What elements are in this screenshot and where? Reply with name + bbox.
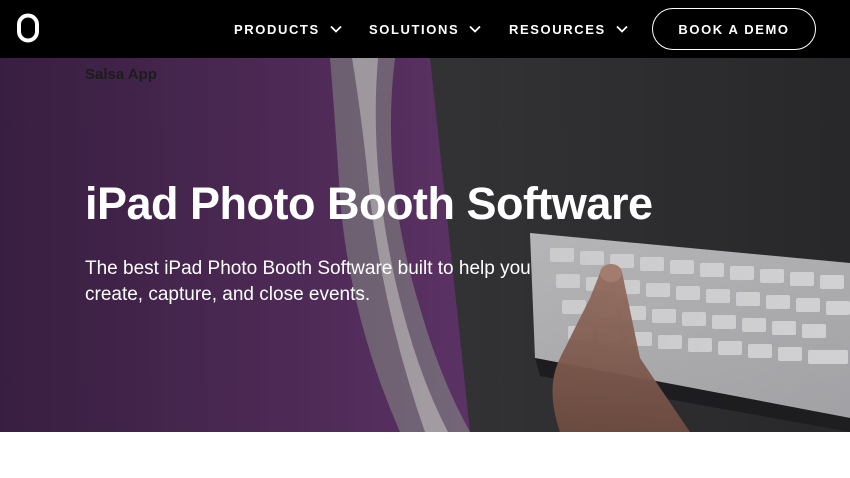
chevron-down-icon <box>616 25 628 33</box>
nav-solutions-label: SOLUTIONS <box>369 21 460 37</box>
page-title: iPad Photo Booth Software <box>85 178 653 229</box>
nav-products[interactable]: PRODUCTS <box>234 18 342 40</box>
hero-subtitle-line-1: The best iPad Photo Booth Software built… <box>85 258 531 279</box>
chevron-down-icon <box>469 25 481 33</box>
nav-resources-label: RESOURCES <box>509 21 606 37</box>
book-a-demo-button[interactable]: BOOK A DEMO <box>652 8 816 50</box>
hero-overlay <box>0 58 850 432</box>
nav-solutions[interactable]: SOLUTIONS <box>369 18 481 40</box>
top-navigation: PRODUCTS SOLUTIONS RESOURCES BOOK A DEMO <box>0 0 850 58</box>
hero-section: Salsa App iPad Photo Booth Software The … <box>0 58 850 432</box>
nav-products-label: PRODUCTS <box>234 21 320 37</box>
nav-resources[interactable]: RESOURCES <box>509 18 628 40</box>
hero-subtitle-line-2: create, capture, and close events. <box>85 284 371 305</box>
zero-logo-icon[interactable] <box>16 13 40 43</box>
chevron-down-icon <box>330 25 342 33</box>
breadcrumb[interactable]: Salsa App <box>85 66 157 83</box>
hero-subtitle: The best iPad Photo Booth Software built… <box>85 256 605 308</box>
content-area <box>0 432 850 478</box>
